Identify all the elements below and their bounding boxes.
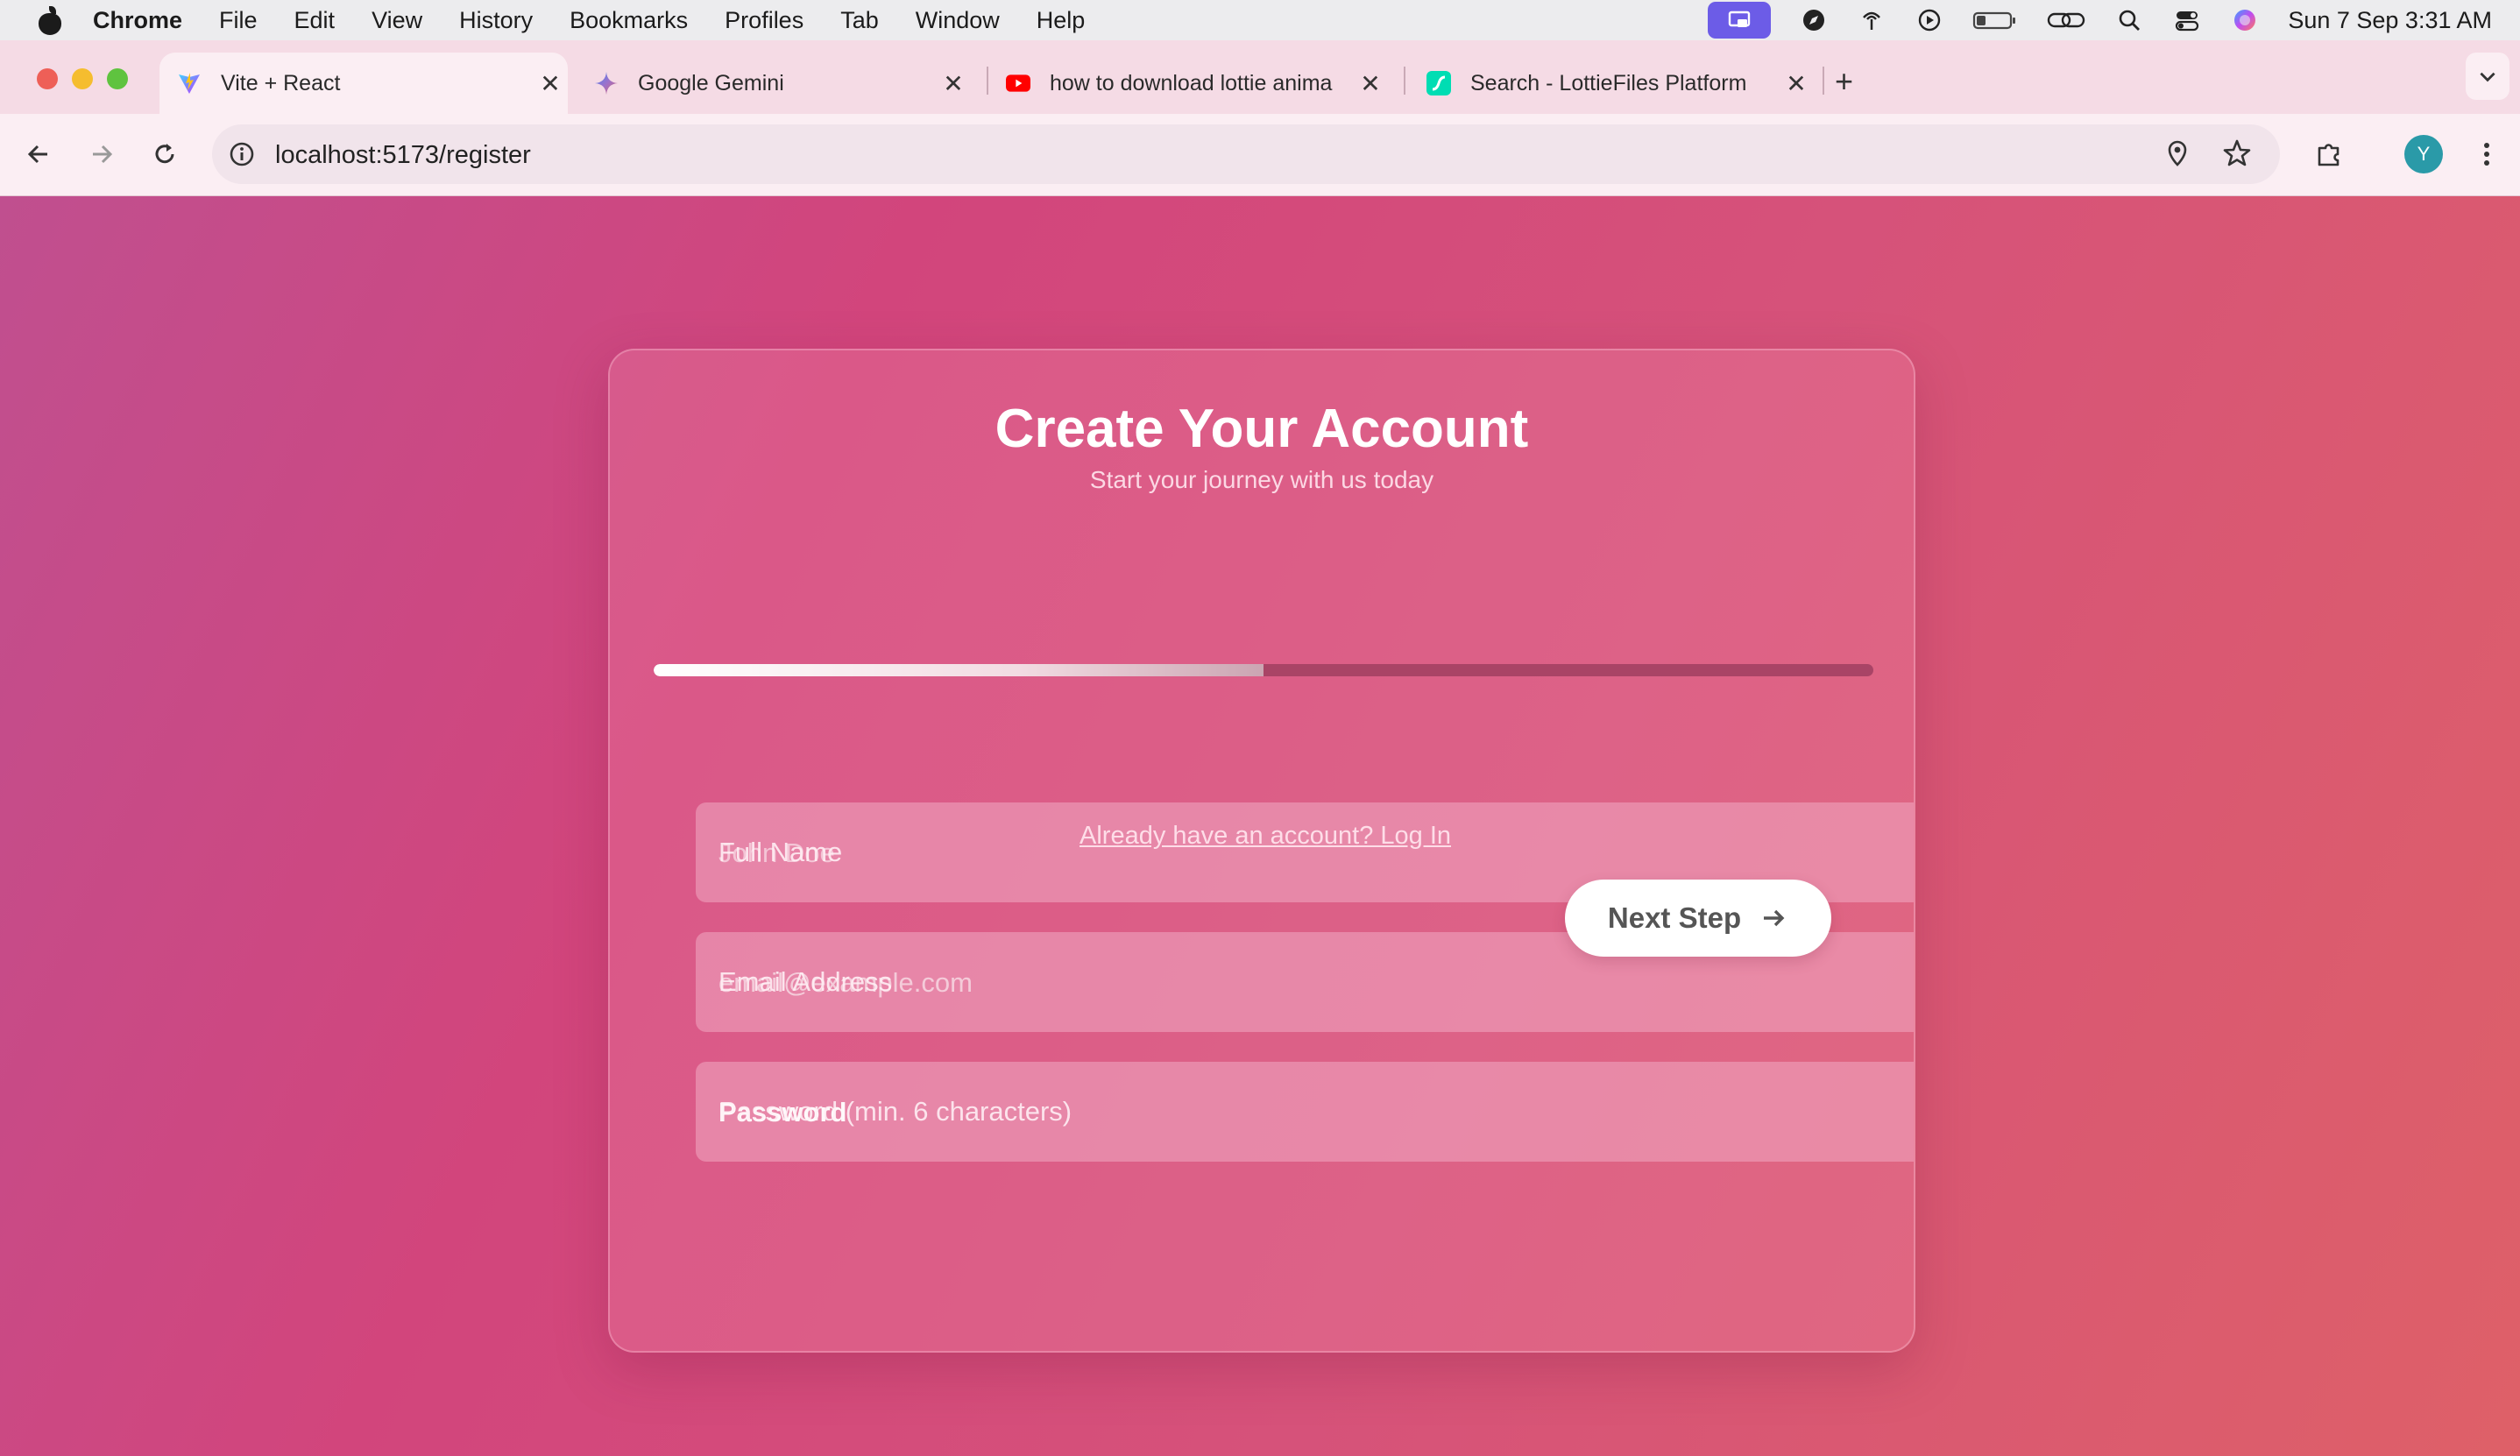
- next-step-label: Next Step: [1607, 901, 1742, 934]
- youtube-icon: [1006, 71, 1030, 95]
- vite-icon: [177, 71, 202, 95]
- siri-icon[interactable]: [2230, 7, 2260, 33]
- menu-bookmarks[interactable]: Bookmarks: [570, 7, 688, 34]
- tab-title: Vite + React: [221, 70, 341, 95]
- menubar-status-area: Sun 7 Sep 3:31 AM: [1708, 0, 2520, 40]
- menu-tab[interactable]: Tab: [840, 7, 879, 34]
- battery-icon[interactable]: [1972, 7, 2018, 33]
- menu-profiles[interactable]: Profiles: [725, 7, 803, 34]
- macos-menu-bar: Chrome File Edit View History Bookmarks …: [0, 0, 2520, 40]
- tab-title: Search - LottieFiles Platform: [1470, 70, 1747, 95]
- extensions-button[interactable]: [2311, 137, 2347, 172]
- page-viewport: Create Your Account Start your journey w…: [0, 196, 2520, 1456]
- tab-lottiefiles[interactable]: Search - LottieFiles Platform ✕: [1409, 53, 1814, 114]
- screen-share-icon[interactable]: [1708, 2, 1772, 39]
- bookmark-star-icon[interactable]: [2222, 138, 2252, 173]
- menu-help[interactable]: Help: [1037, 7, 1086, 34]
- profile-avatar[interactable]: Y: [2404, 135, 2443, 173]
- close-tab-icon[interactable]: ✕: [936, 69, 971, 98]
- arrow-right-icon: [93, 145, 113, 164]
- tab-google-gemini[interactable]: Google Gemini ✕: [577, 53, 971, 114]
- url-text[interactable]: localhost:5173/register: [275, 141, 531, 170]
- next-step-button[interactable]: Next Step: [1565, 880, 1831, 957]
- address-bar[interactable]: localhost:5173/register: [212, 124, 2280, 184]
- page-title: Create Your Account: [995, 399, 1529, 459]
- airdrop-icon[interactable]: [1857, 7, 1886, 33]
- minimize-window-button[interactable]: [72, 68, 93, 89]
- chrome-toolbar: localhost:5173/register Y: [0, 114, 2520, 196]
- tab-vite-react[interactable]: Vite + React ✕: [159, 53, 568, 114]
- tab-separator: [1404, 67, 1405, 95]
- lottiefiles-icon: [1426, 71, 1451, 95]
- tab-separator: [1823, 67, 1824, 95]
- menu-view[interactable]: View: [372, 7, 422, 34]
- tab-title: how to download lottie anima: [1050, 70, 1333, 95]
- arrow-left-icon: [27, 145, 47, 164]
- reload-button[interactable]: [147, 137, 182, 172]
- register-card: Create Your Account Start your journey w…: [608, 349, 1915, 1353]
- site-info-icon[interactable]: [224, 137, 259, 172]
- page-subtitle: Start your journey with us today: [1089, 466, 1434, 493]
- menu-app-name[interactable]: Chrome: [93, 7, 182, 34]
- reload-icon: [155, 144, 174, 164]
- menu-window[interactable]: Window: [916, 7, 1000, 34]
- link-icon[interactable]: [2046, 7, 2086, 33]
- email-input[interactable]: [718, 932, 1595, 1032]
- forward-button[interactable]: [84, 137, 119, 172]
- zoom-window-button[interactable]: [107, 68, 128, 89]
- play-icon[interactable]: [1915, 7, 1944, 33]
- password-field[interactable]: Password: [696, 1062, 1914, 1162]
- chrome-menu-button[interactable]: [2469, 137, 2504, 172]
- compass-icon[interactable]: [1799, 7, 1829, 33]
- menu-history[interactable]: History: [459, 7, 533, 34]
- chrome-tab-strip: Vite + React ✕ Google Gemini ✕ how to do…: [0, 40, 2520, 114]
- menu-file[interactable]: File: [219, 7, 258, 34]
- menubar-clock[interactable]: Sun 7 Sep 3:31 AM: [2288, 7, 2492, 34]
- tab-youtube[interactable]: how to download lottie anima ✕: [994, 53, 1388, 114]
- arrow-right-icon: [1764, 909, 1785, 927]
- login-link[interactable]: Already have an account? Log In: [1079, 822, 1451, 851]
- back-button[interactable]: [21, 137, 56, 172]
- puzzle-piece-icon: [2318, 144, 2339, 166]
- new-tab-button[interactable]: +: [1835, 63, 1853, 100]
- step-progress-bar: [654, 664, 1873, 676]
- tab-search-button[interactable]: [2466, 53, 2509, 100]
- more-vertical-icon: [2484, 143, 2489, 166]
- tab-title: Google Gemini: [638, 70, 784, 95]
- close-tab-icon[interactable]: ✕: [533, 69, 568, 98]
- tab-separator: [987, 67, 988, 95]
- step-progress-fill: [654, 664, 1264, 676]
- location-pin-icon[interactable]: [2163, 138, 2192, 173]
- close-tab-icon[interactable]: ✕: [1353, 69, 1388, 98]
- chevron-down-icon: [2480, 72, 2495, 82]
- gemini-icon: [594, 71, 619, 95]
- full-name-input[interactable]: [718, 802, 1595, 902]
- menu-edit[interactable]: Edit: [294, 7, 336, 34]
- password-input[interactable]: [718, 1062, 1595, 1162]
- spotlight-search-icon[interactable]: [2114, 7, 2144, 33]
- close-window-button[interactable]: [37, 68, 58, 89]
- apple-logo-icon[interactable]: [37, 5, 63, 35]
- control-center-icon[interactable]: [2172, 7, 2202, 33]
- close-tab-icon[interactable]: ✕: [1779, 69, 1814, 98]
